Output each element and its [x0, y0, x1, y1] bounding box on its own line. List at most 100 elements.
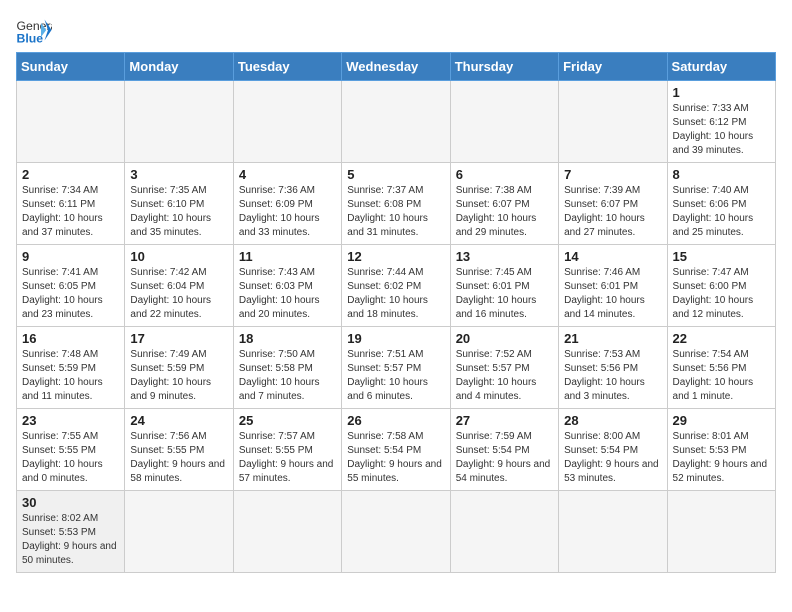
day-cell: 29Sunrise: 8:01 AM Sunset: 5:53 PM Dayli… — [667, 409, 775, 491]
day-number: 22 — [673, 331, 770, 346]
day-number: 15 — [673, 249, 770, 264]
day-cell — [450, 81, 558, 163]
day-cell: 23Sunrise: 7:55 AM Sunset: 5:55 PM Dayli… — [17, 409, 125, 491]
day-info: Sunrise: 7:34 AM Sunset: 6:11 PM Dayligh… — [22, 184, 119, 240]
day-cell — [342, 81, 450, 163]
day-cell: 10Sunrise: 7:42 AM Sunset: 6:04 PM Dayli… — [125, 245, 233, 327]
day-cell: 24 Sunrise: 7:56 AM Sunset: 5:55 PM Dayli… — [125, 409, 233, 491]
day-info: Sunrise: 7:59 AM Sunset: 5:54 PM Dayligh… — [456, 430, 553, 486]
day-cell: 11Sunrise: 7:43 AM Sunset: 6:03 PM Dayli… — [233, 245, 341, 327]
weekday-header-friday: Friday — [559, 53, 667, 81]
day-info: Sunrise: 7:58 AM Sunset: 5:54 PM Dayligh… — [347, 430, 444, 486]
day-number: 5 — [347, 167, 444, 182]
day-cell: 18 Sunrise: 7:50 AM Sunset: 5:58 PM Dayli… — [233, 327, 341, 409]
day-number: 18 — [239, 331, 336, 346]
day-cell: 16 Sunrise: 7:48 AM Sunset: 5:59 PM Dayli… — [17, 327, 125, 409]
day-cell — [17, 81, 125, 163]
day-info: Sunrise: 7:53 AM Sunset: 5:56 PM Dayligh… — [564, 348, 661, 404]
day-cell: 2 Sunrise: 7:34 AM Sunset: 6:11 PM Daylig… — [17, 163, 125, 245]
day-info: Sunrise: 7:49 AM Sunset: 5:59 PM Dayligh… — [130, 348, 227, 404]
day-number: 13 — [456, 249, 553, 264]
day-cell: 6 Sunrise: 7:38 AM Sunset: 6:07 PM Daylig… — [450, 163, 558, 245]
day-info: Sunrise: 7:51 AM Sunset: 5:57 PM Dayligh… — [347, 348, 444, 404]
day-info: Sunrise: 7:40 AM Sunset: 6:06 PM Dayligh… — [673, 184, 770, 240]
day-number: 10 — [130, 249, 227, 264]
day-cell: 30 Sunrise: 8:02 AM Sunset: 5:53 PM Dayli… — [17, 491, 125, 573]
weekday-header-row: SundayMondayTuesdayWednesdayThursdayFrid… — [17, 53, 776, 81]
day-info: Sunrise: 7:50 AM Sunset: 5:58 PM Dayligh… — [239, 348, 336, 404]
day-info: Sunrise: 7:54 AM Sunset: 5:56 PM Dayligh… — [673, 348, 770, 404]
day-info: Sunrise: 7:38 AM Sunset: 6:07 PM Dayligh… — [456, 184, 553, 240]
day-cell — [233, 81, 341, 163]
day-cell: 13Sunrise: 7:45 AM Sunset: 6:01 PM Dayli… — [450, 245, 558, 327]
day-number: 26 — [347, 413, 444, 428]
day-cell — [125, 491, 233, 573]
day-number: 19 — [347, 331, 444, 346]
day-cell: 3Sunrise: 7:35 AM Sunset: 6:10 PM Daylig… — [125, 163, 233, 245]
day-cell: 4 Sunrise: 7:36 AM Sunset: 6:09 PM Daylig… — [233, 163, 341, 245]
day-cell — [342, 491, 450, 573]
day-info: Sunrise: 8:00 AM Sunset: 5:54 PM Dayligh… — [564, 430, 661, 486]
day-cell: 19 Sunrise: 7:51 AM Sunset: 5:57 PM Dayli… — [342, 327, 450, 409]
day-info: Sunrise: 7:56 AM Sunset: 5:55 PM Dayligh… — [130, 430, 227, 486]
weekday-header-monday: Monday — [125, 53, 233, 81]
day-cell: 21 Sunrise: 7:53 AM Sunset: 5:56 PM Dayli… — [559, 327, 667, 409]
week-row-4: 16 Sunrise: 7:48 AM Sunset: 5:59 PM Dayli… — [17, 327, 776, 409]
day-cell — [233, 491, 341, 573]
day-info: Sunrise: 7:41 AM Sunset: 6:05 PM Dayligh… — [22, 266, 119, 322]
day-cell: 25 Sunrise: 7:57 AM Sunset: 5:55 PM Dayli… — [233, 409, 341, 491]
day-cell: 14 Sunrise: 7:46 AM Sunset: 6:01 PM Dayli… — [559, 245, 667, 327]
week-row-3: 9 Sunrise: 7:41 AM Sunset: 6:05 PM Daylig… — [17, 245, 776, 327]
day-number: 11 — [239, 249, 336, 264]
day-number: 27 — [456, 413, 553, 428]
day-cell: 28 Sunrise: 8:00 AM Sunset: 5:54 PM Dayli… — [559, 409, 667, 491]
day-info: Sunrise: 7:47 AM Sunset: 6:00 PM Dayligh… — [673, 266, 770, 322]
day-cell — [125, 81, 233, 163]
day-number: 3 — [130, 167, 227, 182]
day-number: 30 — [22, 495, 119, 510]
weekday-header-wednesday: Wednesday — [342, 53, 450, 81]
day-number: 6 — [456, 167, 553, 182]
day-number: 9 — [22, 249, 119, 264]
svg-text:Blue: Blue — [17, 31, 44, 44]
day-info: Sunrise: 8:01 AM Sunset: 5:53 PM Dayligh… — [673, 430, 770, 486]
day-number: 21 — [564, 331, 661, 346]
weekday-header-sunday: Sunday — [17, 53, 125, 81]
day-number: 28 — [564, 413, 661, 428]
day-cell: 1 Sunrise: 7:33 AM Sunset: 6:12 PM Daylig… — [667, 81, 775, 163]
week-row-6: 30 Sunrise: 8:02 AM Sunset: 5:53 PM Dayli… — [17, 491, 776, 573]
day-number: 4 — [239, 167, 336, 182]
day-info: Sunrise: 7:37 AM Sunset: 6:08 PM Dayligh… — [347, 184, 444, 240]
logo: General Blue — [16, 16, 56, 44]
calendar: SundayMondayTuesdayWednesdayThursdayFrid… — [16, 52, 776, 573]
day-cell — [667, 491, 775, 573]
day-cell — [559, 491, 667, 573]
week-row-5: 23Sunrise: 7:55 AM Sunset: 5:55 PM Dayli… — [17, 409, 776, 491]
weekday-header-tuesday: Tuesday — [233, 53, 341, 81]
day-info: Sunrise: 8:02 AM Sunset: 5:53 PM Dayligh… — [22, 512, 119, 568]
day-number: 17 — [130, 331, 227, 346]
day-number: 25 — [239, 413, 336, 428]
day-info: Sunrise: 7:33 AM Sunset: 6:12 PM Dayligh… — [673, 102, 770, 158]
day-cell: 5 Sunrise: 7:37 AM Sunset: 6:08 PM Daylig… — [342, 163, 450, 245]
day-number: 24 — [130, 413, 227, 428]
day-number: 2 — [22, 167, 119, 182]
day-cell: 22 Sunrise: 7:54 AM Sunset: 5:56 PM Dayli… — [667, 327, 775, 409]
day-info: Sunrise: 7:48 AM Sunset: 5:59 PM Dayligh… — [22, 348, 119, 404]
day-cell: 26 Sunrise: 7:58 AM Sunset: 5:54 PM Dayli… — [342, 409, 450, 491]
day-info: Sunrise: 7:52 AM Sunset: 5:57 PM Dayligh… — [456, 348, 553, 404]
day-info: Sunrise: 7:46 AM Sunset: 6:01 PM Dayligh… — [564, 266, 661, 322]
weekday-header-saturday: Saturday — [667, 53, 775, 81]
day-number: 14 — [564, 249, 661, 264]
day-cell: 17 Sunrise: 7:49 AM Sunset: 5:59 PM Dayli… — [125, 327, 233, 409]
day-number: 16 — [22, 331, 119, 346]
day-info: Sunrise: 7:39 AM Sunset: 6:07 PM Dayligh… — [564, 184, 661, 240]
day-info: Sunrise: 7:44 AM Sunset: 6:02 PM Dayligh… — [347, 266, 444, 322]
day-cell — [450, 491, 558, 573]
week-row-2: 2 Sunrise: 7:34 AM Sunset: 6:11 PM Daylig… — [17, 163, 776, 245]
day-info: Sunrise: 7:57 AM Sunset: 5:55 PM Dayligh… — [239, 430, 336, 486]
day-number: 7 — [564, 167, 661, 182]
day-cell: 27 Sunrise: 7:59 AM Sunset: 5:54 PM Dayli… — [450, 409, 558, 491]
day-number: 1 — [673, 85, 770, 100]
day-info: Sunrise: 7:36 AM Sunset: 6:09 PM Dayligh… — [239, 184, 336, 240]
